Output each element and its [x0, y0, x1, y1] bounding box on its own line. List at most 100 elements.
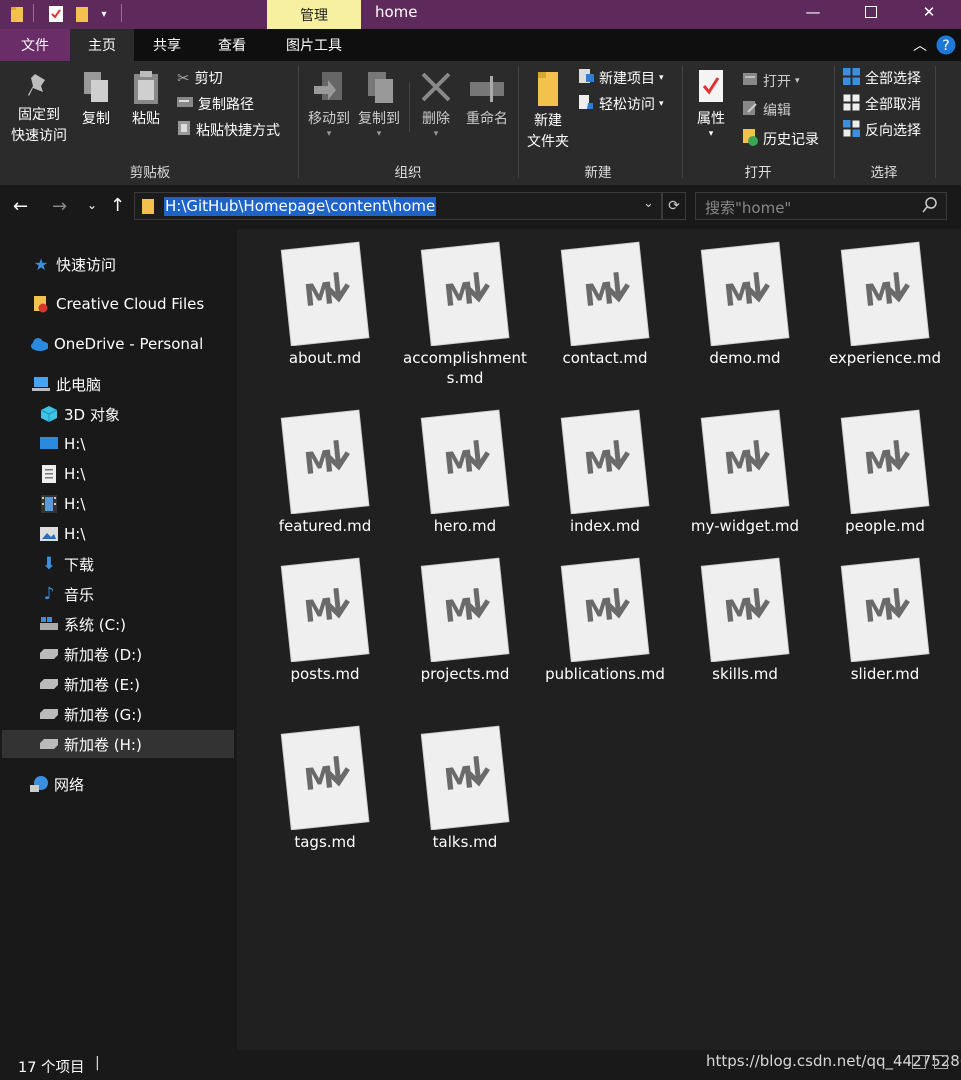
address-dropdown-icon[interactable]: ⌄ — [643, 196, 654, 211]
file-item[interactable]: Mcontact.md — [542, 240, 668, 368]
sidebar-item-network[interactable]: 网络 — [30, 770, 84, 798]
help-icon[interactable]: ? — [935, 29, 957, 61]
paste-button[interactable]: 粘贴 — [126, 70, 166, 130]
new-folder-button[interactable]: 新建 文件夹 — [523, 70, 573, 153]
chevron-down-icon: ▾ — [659, 99, 664, 109]
search-placeholder: 搜索"home" — [705, 199, 792, 217]
details-view-icon[interactable] — [912, 1055, 926, 1069]
markdown-file-icon: M — [418, 724, 512, 831]
move-to-button[interactable]: 移动到 ▾ — [304, 70, 354, 139]
file-item[interactable]: Mposts.md — [262, 556, 388, 684]
easy-access-button[interactable]: 轻松访问 ▾ — [578, 93, 664, 115]
new-folder-quick-icon[interactable] — [73, 4, 91, 24]
sidebar-item-music[interactable]: ♪ 音乐 — [40, 580, 94, 608]
markdown-file-icon: M — [558, 240, 652, 347]
sidebar-item-quick-access[interactable]: ★ 快速访问 — [32, 250, 116, 278]
history-button[interactable]: 历史记录 — [742, 128, 819, 150]
sidebar-item-videos[interactable]: H:\ — [40, 490, 85, 518]
tab-file[interactable]: 文件 — [0, 29, 70, 61]
move-to-icon — [314, 72, 342, 100]
svg-text:M: M — [862, 276, 895, 314]
file-item[interactable]: Mexperience.md — [822, 240, 948, 368]
copy-button[interactable]: 复制 — [76, 70, 116, 130]
sidebar-item-onedrive[interactable]: OneDrive - Personal — [30, 330, 203, 358]
new-folder-label: 新建 文件夹 — [527, 113, 569, 150]
sidebar-item-downloads[interactable]: ⬇ 下载 — [40, 550, 94, 578]
collapse-ribbon-icon[interactable]: ︿ — [908, 29, 932, 61]
file-item[interactable]: Maccomplishments.md — [402, 240, 528, 388]
invert-selection-button[interactable]: 反向选择 — [843, 119, 921, 141]
file-item[interactable]: Mdemo.md — [682, 240, 808, 368]
search-icon[interactable] — [922, 197, 938, 217]
sidebar-item-label: H:\ — [64, 525, 86, 543]
open-icon — [742, 71, 758, 91]
file-item[interactable]: Mprojects.md — [402, 556, 528, 684]
sidebar-item-drive-h[interactable]: 新加卷 (H:) — [40, 730, 142, 758]
sidebar-item-label: 3D 对象 — [64, 405, 120, 424]
sidebar-item-desktop[interactable]: H:\ — [40, 430, 85, 458]
sidebar-item-label: 音乐 — [64, 585, 95, 604]
open-button[interactable]: 打开 ▾ — [742, 70, 800, 92]
sidebar-item-this-pc[interactable]: 此电脑 — [32, 370, 101, 398]
file-name: tags.md — [294, 833, 356, 851]
edit-button[interactable]: 编辑 — [742, 99, 791, 121]
file-item[interactable]: Mindex.md — [542, 408, 668, 536]
sidebar-item-pictures[interactable]: H:\ — [40, 520, 85, 548]
svg-text:M: M — [302, 592, 335, 630]
tab-view[interactable]: 查看 — [201, 29, 263, 61]
forward-arrow-icon[interactable]: → — [52, 196, 67, 217]
sidebar-item-drive-g[interactable]: 新加卷 (G:) — [40, 700, 142, 728]
recent-locations-chevron-icon[interactable]: ⌄ — [87, 198, 97, 212]
file-item[interactable]: Mtags.md — [262, 724, 388, 852]
select-none-button[interactable]: 全部取消 — [843, 93, 921, 115]
delete-label: 删除 — [422, 111, 450, 127]
file-item[interactable]: Mpeople.md — [822, 408, 948, 536]
address-path[interactable]: H:\GitHub\Homepage\content\home — [164, 197, 437, 216]
file-item[interactable]: Mfeatured.md — [262, 408, 388, 536]
file-item[interactable]: Mtalks.md — [402, 724, 528, 852]
new-item-button[interactable]: 新建项目 ▾ — [578, 67, 664, 89]
properties-label: 属性 — [697, 111, 725, 127]
sidebar-item-drive-e[interactable]: 新加卷 (E:) — [40, 670, 140, 698]
delete-button[interactable]: 删除 ▾ — [416, 70, 456, 139]
close-icon[interactable]: ✕ — [900, 0, 958, 24]
sidebar-item-drive-d[interactable]: 新加卷 (D:) — [40, 640, 142, 668]
pin-quick-access-button[interactable]: 固定到 快速访问 — [4, 72, 74, 147]
select-all-button[interactable]: 全部选择 — [843, 67, 921, 89]
refresh-icon[interactable]: ⟳ — [662, 192, 686, 220]
markdown-file-icon: M — [698, 240, 792, 347]
sidebar-item-label: H:\ — [64, 465, 86, 483]
sidebar-item-3d-objects[interactable]: 3D 对象 — [40, 400, 120, 428]
rename-button[interactable]: 重命名 — [462, 70, 512, 130]
tab-home[interactable]: 主页 — [70, 29, 134, 61]
file-item[interactable]: Mmy-widget.md — [682, 408, 808, 536]
large-icons-view-icon[interactable] — [934, 1055, 948, 1069]
file-item[interactable]: Mslider.md — [822, 556, 948, 684]
creative-cloud-folder-icon — [32, 295, 50, 313]
sidebar-item-drive-c[interactable]: 系统 (C:) — [40, 610, 126, 638]
file-item[interactable]: Mskills.md — [682, 556, 808, 684]
up-arrow-icon[interactable]: ↑ — [110, 195, 125, 216]
sidebar-item-label: 新加卷 (E:) — [64, 675, 141, 694]
customize-quick-access-icon[interactable]: ▾ — [96, 4, 112, 24]
copy-to-button[interactable]: 复制到 ▾ — [354, 70, 404, 139]
paste-shortcut-button[interactable]: 粘贴快捷方式 — [177, 119, 280, 141]
minimize-icon[interactable]: — — [784, 0, 842, 24]
sidebar-item-documents[interactable]: H:\ — [40, 460, 85, 488]
paste-label: 粘贴 — [132, 111, 160, 127]
cut-button[interactable]: ✂ 剪切 — [177, 67, 223, 89]
tab-share[interactable]: 共享 — [136, 29, 198, 61]
copy-path-button[interactable]: 复制路径 — [177, 93, 254, 115]
sidebar-item-label: H:\ — [64, 495, 86, 513]
back-arrow-icon[interactable]: ← — [13, 196, 28, 217]
properties-button[interactable]: 属性 ▾ — [691, 68, 731, 139]
sidebar-item-creative-cloud[interactable]: Creative Cloud Files — [32, 290, 204, 318]
file-name: accomplishments.md — [403, 349, 527, 387]
file-item[interactable]: Mpublications.md — [542, 556, 668, 684]
tab-manage[interactable]: 管理 — [267, 0, 361, 29]
properties-quick-icon[interactable] — [47, 4, 65, 24]
file-item[interactable]: Mabout.md — [262, 240, 388, 368]
tab-picture-tools[interactable]: 图片工具 — [268, 29, 360, 61]
maximize-icon[interactable] — [842, 0, 900, 24]
file-item[interactable]: Mhero.md — [402, 408, 528, 536]
